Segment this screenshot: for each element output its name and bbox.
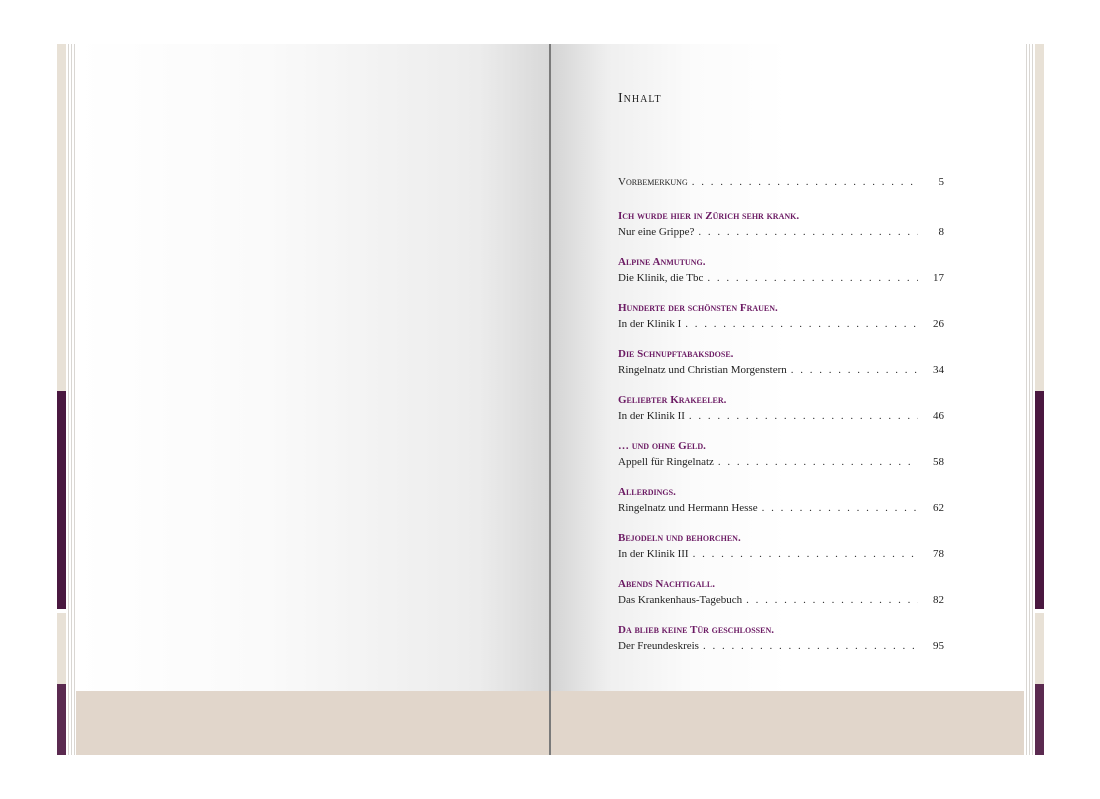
chapter-title: Da blieb keine Tür geschlossen. [618,624,774,636]
toc-title: Inhalt [618,91,662,106]
open-book: Inhalt Vorbemerkung 5 Ich wurde hier in … [0,0,1100,799]
chapter-subtitle: In der Klinik III [618,548,689,560]
chapter-title: Die Schnupftabaksdose. [618,348,734,360]
toc-entry-label: Vorbemerkung [618,176,688,188]
dot-leader [762,500,918,516]
page-number: 17 [933,272,944,284]
cover-edge-left [57,44,66,755]
toc-chapter[interactable]: Abends Nachtigall. Das Krankenhaus-Tageb… [618,576,944,608]
toc-chapter[interactable]: Alpine Anmutung. Die Klinik, die Tbc 17 [618,254,944,286]
chapter-subtitle: Ringelnatz und Christian Morgenstern [618,364,787,376]
page-stack-right [1024,44,1035,755]
cover-stripe-bottom [1035,684,1044,755]
dot-leader [791,362,918,378]
page-number: 58 [933,456,944,468]
toc-chapter[interactable]: Die Schnupftabaksdose. Ringelnatz und Ch… [618,346,944,378]
page-number: 5 [938,176,945,188]
toc-chapter[interactable]: Hunderte der schönsten Frauen. In der Kl… [618,300,944,332]
toc-chapter[interactable]: Allerdings. Ringelnatz und Hermann Hesse… [618,484,944,516]
page-number: 62 [933,502,944,514]
toc-entry-intro[interactable]: Vorbemerkung 5 [618,174,944,190]
toc-chapter[interactable]: Geliebter Krakeeler. In der Klinik II 46 [618,392,944,424]
chapter-subtitle: Nur eine Grippe? [618,226,695,238]
page-number: 82 [933,594,944,606]
dot-leader [707,270,918,286]
page-number: 46 [933,410,944,422]
chapter-title: Hunderte der schönsten Frauen. [618,302,778,314]
page-number: 78 [933,548,944,560]
page-number: 8 [938,226,945,238]
page-band [551,691,1024,755]
dot-leader [689,408,918,424]
page-number: 34 [933,364,944,376]
toc-chapter[interactable]: Ich wurde hier in Zürich sehr krank. Nur… [618,208,944,240]
chapter-title: Ich wurde hier in Zürich sehr krank. [618,210,800,222]
chapter-row: In der Klinik II 46 [618,408,944,424]
cover-divider [57,609,66,613]
chapter-title: Allerdings. [618,486,676,498]
dot-leader [685,316,918,332]
chapter-subtitle: In der Klinik II [618,410,685,422]
chapter-row: Der Freundeskreis 95 [618,638,944,654]
cover-stripe-bottom [57,684,66,755]
left-page [76,44,550,755]
chapter-subtitle: Der Freundeskreis [618,640,699,652]
dot-leader [703,638,918,654]
chapter-title: Geliebter Krakeeler. [618,394,727,406]
chapter-subtitle: Appell für Ringelnatz [618,456,714,468]
cover-stripe [57,391,66,609]
toc-chapter[interactable]: Bejodeln und behorchen. In der Klinik II… [618,530,944,562]
page-number: 26 [933,318,944,330]
chapter-subtitle: Die Klinik, die Tbc [618,272,704,284]
chapter-title: … und ohne Geld. [618,440,706,452]
chapter-row: Die Klinik, die Tbc 17 [618,270,944,286]
table-of-contents: Vorbemerkung 5 Ich wurde hier in Zürich … [618,174,944,668]
chapter-row: Das Krankenhaus-Tagebuch 82 [618,592,944,608]
right-page: Inhalt Vorbemerkung 5 Ich wurde hier in … [551,44,1024,755]
chapter-title: Alpine Anmutung. [618,256,706,268]
page-band [76,691,550,755]
chapter-title: Bejodeln und behorchen. [618,532,741,544]
chapter-row: Nur eine Grippe? 8 [618,224,944,240]
dot-leader [693,546,918,562]
page-stack-left [66,44,76,755]
chapter-subtitle: Ringelnatz und Hermann Hesse [618,502,758,514]
page-number: 95 [933,640,944,652]
chapter-row: In der Klinik I 26 [618,316,944,332]
cover-divider [1035,609,1044,613]
chapter-row: Appell für Ringelnatz 58 [618,454,944,470]
toc-chapter[interactable]: Da blieb keine Tür geschlossen. Der Freu… [618,622,944,654]
chapter-subtitle: Das Krankenhaus-Tagebuch [618,594,743,606]
cover-stripe [1035,391,1044,609]
dot-leader [698,224,918,240]
cover-edge-right [1035,44,1044,755]
dot-leader [746,592,918,608]
chapter-title: Abends Nachtigall. [618,578,715,590]
dot-leader [718,454,918,470]
toc-chapter[interactable]: … und ohne Geld. Appell für Ringelnatz 5… [618,438,944,470]
dot-leader [692,174,918,190]
chapter-row: Ringelnatz und Christian Morgenstern 34 [618,362,944,378]
chapter-subtitle: In der Klinik I [618,318,682,330]
chapter-row: Ringelnatz und Hermann Hesse 62 [618,500,944,516]
chapter-row: In der Klinik III 78 [618,546,944,562]
